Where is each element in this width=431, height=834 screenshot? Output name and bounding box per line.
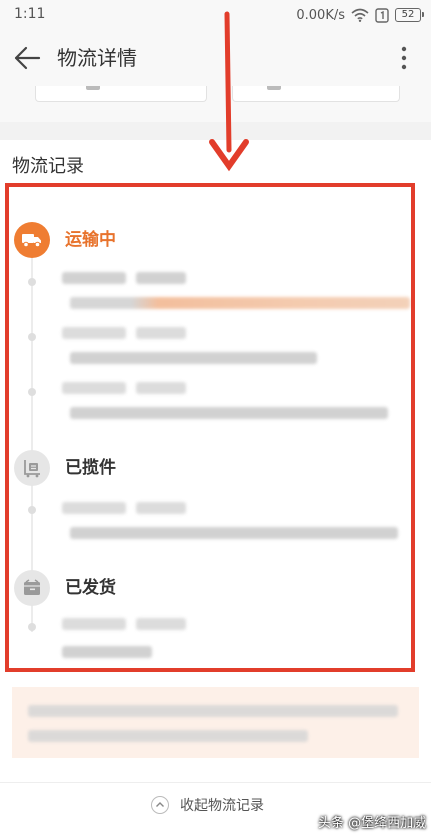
blurred-text xyxy=(28,705,398,717)
section-gap xyxy=(0,122,431,140)
blurred-text xyxy=(70,297,410,309)
card-icon xyxy=(267,86,281,90)
watermark: 头条 @堡绛西加威 xyxy=(318,816,427,831)
timeline-node-picked-up xyxy=(14,450,50,486)
divider xyxy=(0,782,431,783)
action-card-right[interactable] xyxy=(232,86,400,102)
page-title: 物流详情 xyxy=(57,46,137,70)
status-right: 0.00K/s 52 xyxy=(296,5,424,25)
timeline-label-picked-up: 已揽件 xyxy=(65,458,116,478)
truck-icon xyxy=(22,234,41,248)
blurred-text xyxy=(136,382,186,394)
blurred-text xyxy=(70,407,388,419)
blurred-text xyxy=(62,382,126,394)
blurred-text xyxy=(62,646,152,658)
timeline-dot xyxy=(28,388,36,396)
section-title: 物流记录 xyxy=(12,156,84,177)
blurred-text xyxy=(62,618,126,630)
more-menu-button[interactable] xyxy=(392,42,416,74)
timeline-dot xyxy=(28,278,36,286)
blurred-text xyxy=(136,327,186,339)
blurred-text xyxy=(62,502,126,514)
more-vertical-icon xyxy=(401,46,407,70)
blurred-text xyxy=(62,272,126,284)
card-icon xyxy=(86,86,100,90)
timeline-label-shipped: 已发货 xyxy=(65,578,116,598)
status-time: 1:11 xyxy=(14,6,46,22)
notice-box xyxy=(12,687,419,758)
timeline-node-shipped xyxy=(14,570,50,606)
timeline-node-in-transit xyxy=(14,222,50,258)
wifi-icon xyxy=(351,8,369,22)
timeline-dot xyxy=(28,623,36,631)
app-header: 物流详情 xyxy=(0,30,431,86)
collapse-logistics-button[interactable]: 收起物流记录 xyxy=(150,792,264,818)
blurred-text xyxy=(70,352,317,364)
blurred-text xyxy=(136,502,186,514)
action-cards xyxy=(0,86,431,122)
pickup-icon xyxy=(24,460,40,478)
action-card-left[interactable] xyxy=(35,86,207,102)
package-icon xyxy=(24,579,40,595)
net-speed: 0.00K/s xyxy=(296,7,345,23)
blurred-text xyxy=(70,527,398,539)
back-arrow-icon xyxy=(14,46,41,70)
blurred-text xyxy=(28,730,308,742)
timeline-label-in-transit: 运输中 xyxy=(65,230,116,250)
battery-icon: 52 xyxy=(395,8,424,22)
collapse-label: 收起物流记录 xyxy=(180,798,264,814)
chevron-up-icon xyxy=(151,796,169,814)
sim-icon xyxy=(375,7,389,23)
back-button[interactable] xyxy=(10,42,44,74)
blurred-text xyxy=(62,327,126,339)
status-bar: 1:11 0.00K/s 52 xyxy=(0,0,431,30)
blurred-text xyxy=(136,618,186,630)
blurred-text xyxy=(136,272,186,284)
timeline-dot xyxy=(28,506,36,514)
timeline-dot xyxy=(28,333,36,341)
